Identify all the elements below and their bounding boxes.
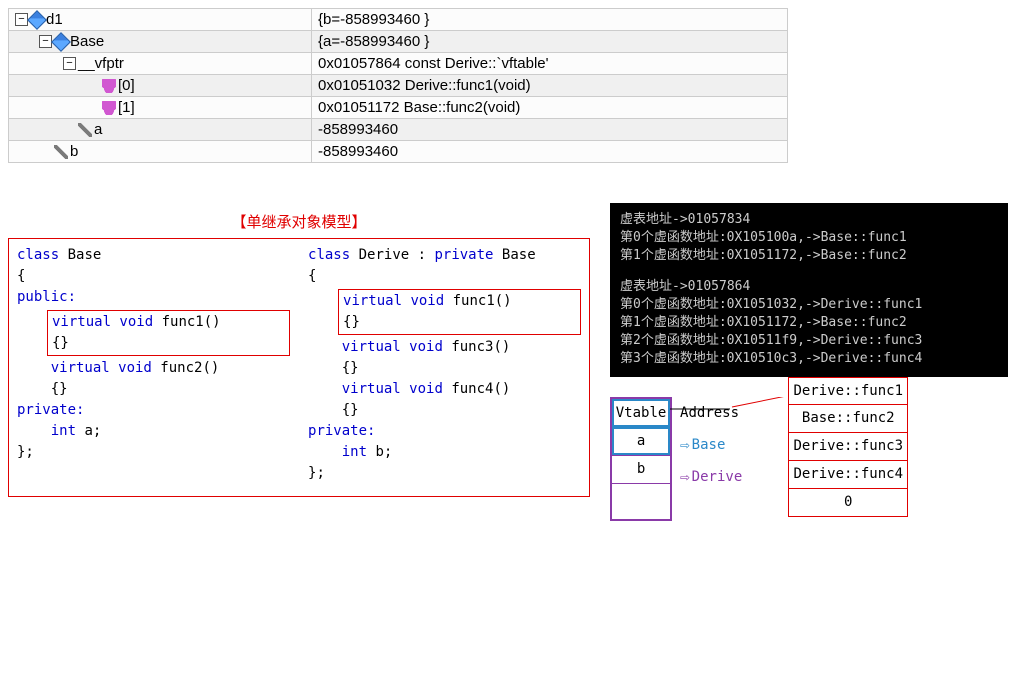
console-line: 第2个虚函数地址:0X10511f9,->Derive::func3 [620, 332, 998, 350]
obj-vtable-cell: Vtable [612, 399, 670, 427]
watch-value: 0x01051032 Derive::func1(void) [312, 75, 788, 97]
arrow-icon: ⇨ [680, 435, 690, 454]
vtable-entry: 0 [788, 489, 908, 517]
base-label: Base [692, 437, 726, 453]
field-icon [78, 123, 92, 137]
watch-name: b [70, 143, 78, 160]
method-icon [102, 101, 116, 115]
watch-row[interactable]: − d1{b=-858993460 } [9, 9, 788, 31]
watch-name: [1] [118, 99, 135, 116]
vtable-box: Derive::func1Base::func2Derive::func3Der… [788, 377, 908, 517]
console-line: 第3个虚函数地址:0X10510c3,->Derive::func4 [620, 350, 998, 368]
watch-row[interactable]: [1] 0x01051172 Base::func2(void) [9, 97, 788, 119]
cube-icon [51, 32, 71, 52]
watch-value: {b=-858993460 } [312, 9, 788, 31]
watch-name: a [94, 121, 102, 138]
debug-watch-table: − d1{b=-858993460 }− Base{a=-858993460 }… [8, 8, 788, 163]
code-derive-col: class Derive : private Base { virtual vo… [308, 245, 581, 484]
watch-value: {a=-858993460 } [312, 31, 788, 53]
console-line: 第1个虚函数地址:0X1051172,->Base::func2 [620, 247, 998, 265]
watch-value: 0x01057864 const Derive::`vftable' [312, 53, 788, 75]
console-line: 第1个虚函数地址:0X1051172,->Base::func2 [620, 314, 998, 332]
watch-name: [0] [118, 77, 135, 94]
console-line: 虚表地址->01057834 [620, 211, 998, 229]
address-label: Address [680, 405, 739, 421]
expand-toggle[interactable]: − [63, 57, 76, 70]
obj-blank-cell [612, 483, 670, 519]
diagram-title: 【单继承对象模型】 [8, 211, 590, 232]
vtable-entry: Derive::func1 [788, 377, 908, 405]
arrow-icon: ⇨ [680, 467, 690, 486]
watch-row[interactable]: [0] 0x01051032 Derive::func1(void) [9, 75, 788, 97]
watch-value: -858993460 [312, 141, 788, 163]
watch-row[interactable]: − Base{a=-858993460 } [9, 31, 788, 53]
watch-row[interactable]: a -858993460 [9, 119, 788, 141]
watch-name: __vfptr [78, 55, 124, 72]
vtable-entry: Base::func2 [788, 405, 908, 433]
cube-icon [27, 10, 47, 30]
watch-row[interactable]: − __vfptr 0x01057864 const Derive::`vftab… [9, 53, 788, 75]
watch-name: d1 [46, 11, 63, 28]
obj-a-cell: a [612, 427, 670, 455]
obj-b-cell: b [612, 455, 670, 483]
console-line: 第0个虚函数地址:0X1051032,->Derive::func1 [620, 296, 998, 314]
memory-layout-diagram: Vtable a b Address ⇨Base ⇨Derive Derive:… [610, 397, 1008, 567]
code-box: class Base { public: virtual void func1(… [8, 238, 590, 497]
object-box: Vtable a b [610, 397, 672, 521]
method-icon [102, 79, 116, 93]
field-icon [54, 145, 68, 159]
console-line: 虚表地址->01057864 [620, 278, 998, 296]
console-line: 第0个虚函数地址:0X105100a,->Base::func1 [620, 229, 998, 247]
watch-value: -858993460 [312, 119, 788, 141]
console-output: 虚表地址->01057834第0个虚函数地址:0X105100a,->Base:… [610, 203, 1008, 377]
watch-value: 0x01051172 Base::func2(void) [312, 97, 788, 119]
vtable-entry: Derive::func4 [788, 461, 908, 489]
derive-label: Derive [692, 469, 743, 485]
watch-row[interactable]: b -858993460 [9, 141, 788, 163]
watch-name: Base [70, 33, 104, 50]
vtable-entry: Derive::func3 [788, 433, 908, 461]
code-base-col: class Base { public: virtual void func1(… [17, 245, 290, 484]
